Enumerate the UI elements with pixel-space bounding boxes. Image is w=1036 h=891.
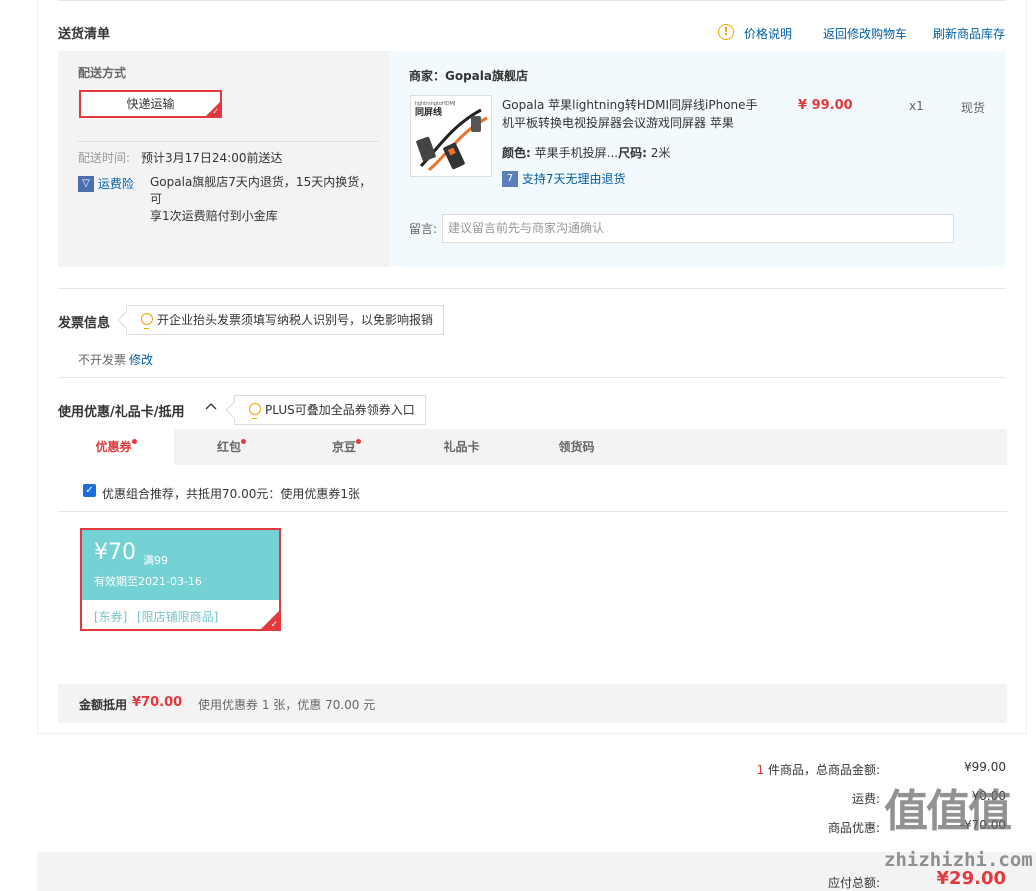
product-qty: x1 <box>909 99 924 113</box>
divider <box>58 511 1007 512</box>
tab-coupon-label: 优惠券 <box>95 440 132 454</box>
delivery-express-button[interactable]: 快递运输 ✓ <box>79 90 222 118</box>
new-dot <box>356 439 361 444</box>
color-value: 苹果手机投屏... <box>534 146 619 160</box>
top-divider <box>58 0 1006 1</box>
freight-insurance-desc-line1: Gopala旗舰店7天内退货，15天内换货，可 <box>150 175 372 206</box>
invoice-value: 不开发票 <box>78 353 127 367</box>
note-input[interactable]: 建议留言前先与商家沟通确认 <box>442 214 954 243</box>
product-title-line2: 机平板转换电视投屏器会议游戏同屏器 苹果 <box>502 116 734 130</box>
return-badge-icon: 7 <box>502 170 518 187</box>
back-to-cart-link[interactable]: 返回修改购物车 <box>823 25 907 42</box>
totals-count-line: 1 件商品，总商品金额: <box>700 761 880 778</box>
new-dot <box>131 439 137 444</box>
tab-gift-card[interactable]: 礼品卡 <box>404 429 519 465</box>
site-watermark: 值值值 zhizhizhi.com <box>884 786 1034 890</box>
tab-pickup-code-label: 领货码 <box>558 440 595 454</box>
return-policy: 7 支持7天无理由退货 <box>502 170 625 187</box>
shipping-fee-label: 运费: <box>851 792 880 806</box>
refresh-stock-link[interactable]: 刷新商品库存 <box>933 25 1005 42</box>
product-price: ¥ 99.00 <box>798 98 853 113</box>
freight-insurance-desc-line2: 享1次运费赔付到小金库 <box>150 209 278 223</box>
summary-label: 金额抵用 <box>79 698 128 712</box>
tab-pickup-code[interactable]: 领货码 <box>519 429 634 465</box>
delivery-express-label: 快递运输 <box>126 97 175 111</box>
shipping-method-label: 配送方式 <box>78 66 127 80</box>
shield-icon: ▽ <box>78 175 94 192</box>
price-explanation-link[interactable]: 价格说明 <box>744 25 792 42</box>
item-count-suffix: 件商品，总商品金额: <box>767 763 880 777</box>
color-label: 颜色: <box>502 146 531 160</box>
product-stock: 现货 <box>961 101 986 115</box>
tab-jingdou-label: 京豆 <box>331 440 356 454</box>
product-title[interactable]: Gopala 苹果lightning转HDMI同屏线iPhone手 机平板转换电… <box>502 96 762 132</box>
product-specs: 颜色: 苹果手机投屏...尺码: 2米 <box>502 144 670 161</box>
coupon-amount: ¥70 <box>94 540 136 565</box>
return-policy-text: 支持7天无理由退货 <box>521 172 626 186</box>
freight-insurance[interactable]: ▽ 运费险 <box>78 175 134 192</box>
tab-coupon[interactable]: 优惠券 <box>58 429 174 465</box>
plus-tip-text: PLUS可叠加全品券领券入口 <box>265 403 415 417</box>
thumb-brand: lightningtoHDMI <box>415 101 455 107</box>
info-icon: ! <box>718 24 734 40</box>
summary-desc: 使用优惠券 1 张，优惠 70.00 元 <box>198 698 376 712</box>
delivery-time-value: 预计3月17日24:00前送达 <box>141 151 283 165</box>
goods-amount: ¥99.00 <box>964 760 1006 774</box>
tab-red-packet-label: 红包 <box>216 440 241 454</box>
tab-gift-card-label: 礼品卡 <box>443 440 480 454</box>
divider <box>78 141 378 142</box>
product-image: lightningtoHDMI 同屏线 <box>411 96 491 176</box>
store-name: 商家：Gopala旗舰店 <box>409 69 528 83</box>
product-thumbnail[interactable]: lightningtoHDMI 同屏线 <box>410 95 492 177</box>
coupon-tag-jd: [东券] <box>94 610 128 624</box>
delivery-time-label: 配送时间: <box>78 151 131 165</box>
tab-red-packet[interactable]: 红包 <box>174 429 289 465</box>
invoice-tip-text: 开企业抬头发票须填写纳税人识别号，以免影响报销 <box>157 313 434 327</box>
coupon-header: ¥70 满99 有效期至2021-03-16 <box>82 530 279 600</box>
product-discount-label: 商品优惠: <box>827 821 880 835</box>
section-title-delivery: 送货清单 <box>58 27 111 42</box>
new-dot <box>241 439 246 444</box>
combo-checkbox[interactable]: ✓ <box>83 484 96 497</box>
watermark-site: zhizhizhi.com <box>884 849 1033 871</box>
coupon-card[interactable]: ¥70 满99 有效期至2021-03-16 [东券] [限店铺限商品] ✓ <box>80 528 281 631</box>
discount-summary: 金额抵用 ¥70.00 使用优惠券 1 张，优惠 70.00 元 <box>58 684 1007 723</box>
divider <box>58 377 1006 378</box>
size-value: 2米 <box>650 146 671 160</box>
section-title-invoice: 发票信息 <box>58 316 111 331</box>
section-title-discount: 使用优惠/礼品卡/抵用 <box>58 405 185 420</box>
chevron-up-icon[interactable] <box>203 398 219 414</box>
product-title-line1: Gopala 苹果lightning转HDMI同屏线iPhone手 <box>502 98 758 112</box>
watermark-logo: 值值值 <box>884 786 1012 837</box>
note-placeholder: 建议留言前先与商家沟通确认 <box>448 221 605 235</box>
check-icon: ✓ <box>270 620 278 630</box>
divider <box>58 288 1006 289</box>
payable-label: 应付总额: <box>827 876 880 890</box>
lightbulb-icon <box>249 403 261 419</box>
coupon-tag-scope: [限店铺限商品] <box>137 610 219 624</box>
plus-tip[interactable]: PLUS可叠加全品券领券入口 <box>225 395 426 425</box>
coupon-expiry: 有效期至2021-03-16 <box>94 575 202 588</box>
combo-text: 优惠组合推荐，共抵用70.00元：使用优惠券1张 <box>102 487 360 501</box>
tab-jingdou[interactable]: 京豆 <box>289 429 404 465</box>
invoice-tip: 开企业抬头发票须填写纳税人识别号，以免影响报销 <box>117 305 445 335</box>
coupon-condition: 满99 <box>143 554 168 567</box>
item-count: 1 <box>756 763 765 777</box>
discount-tabs: 优惠券 红包 京豆 礼品卡 领货码 <box>58 429 1007 465</box>
check-icon: ✓ <box>212 107 219 116</box>
lightbulb-icon <box>141 313 153 329</box>
freight-insurance-label: 运费险 <box>97 177 134 191</box>
size-label: 尺码: <box>618 146 647 160</box>
thumb-title: 同屏线 <box>415 106 442 118</box>
invoice-edit-link[interactable]: 修改 <box>129 351 153 368</box>
summary-amount: ¥70.00 <box>132 695 183 710</box>
freight-insurance-desc: Gopala旗舰店7天内退货，15天内换货，可 享1次运费赔付到小金库 <box>150 174 382 225</box>
note-label: 留言: <box>409 222 438 236</box>
